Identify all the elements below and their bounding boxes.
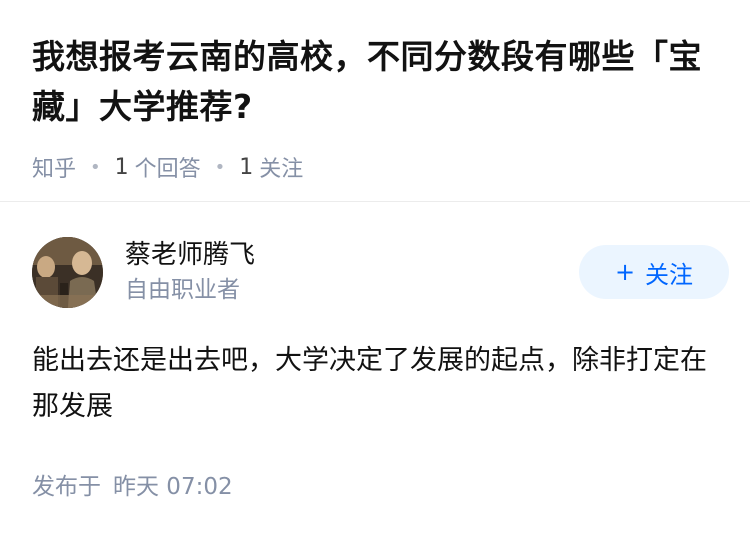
follower-count: 1	[239, 154, 254, 180]
published-prefix: 发布于	[32, 474, 101, 500]
answer-footer: 发布于 昨天 07:02	[32, 472, 718, 502]
answer-count-label[interactable]: 个回答	[135, 151, 201, 183]
avatar[interactable]	[32, 236, 103, 308]
published-time: 昨天 07:02	[113, 474, 233, 500]
answer-count: 1	[114, 154, 129, 180]
author-headline: 自由职业者	[125, 277, 240, 303]
follow-button-label: 关注	[645, 260, 694, 289]
source-label[interactable]: 知乎	[32, 151, 76, 183]
author-name[interactable]: 蔡老师腾飞	[125, 238, 579, 272]
answer-content[interactable]: 能出去还是出去吧，大学决定了发展的起点，除非打定在那发展	[32, 338, 712, 430]
question-meta: 知乎 • 1 个回答 • 1 关注	[32, 151, 718, 183]
answer-card: 蔡老师腾飞 自由职业者 + 关注 能出去还是出去吧，大学决定了发展的起点，除非打…	[32, 236, 729, 502]
avatar-image	[32, 236, 103, 308]
question-title[interactable]: 我想报考云南的高校，不同分数段有哪些「宝藏」大学推荐?	[32, 32, 712, 132]
meta-separator: •	[214, 156, 226, 178]
follow-button[interactable]: + 关注	[579, 245, 729, 299]
question-header: 我想报考云南的高校，不同分数段有哪些「宝藏」大学推荐? 知乎 • 1 个回答 •…	[0, 0, 750, 182]
section-divider	[0, 201, 750, 202]
plus-icon: +	[614, 258, 636, 286]
author-row: 蔡老师腾飞 自由职业者 + 关注	[32, 236, 729, 308]
author-info: 蔡老师腾飞 自由职业者	[125, 238, 579, 306]
follower-count-label[interactable]: 关注	[259, 151, 303, 183]
meta-separator: •	[90, 156, 101, 178]
